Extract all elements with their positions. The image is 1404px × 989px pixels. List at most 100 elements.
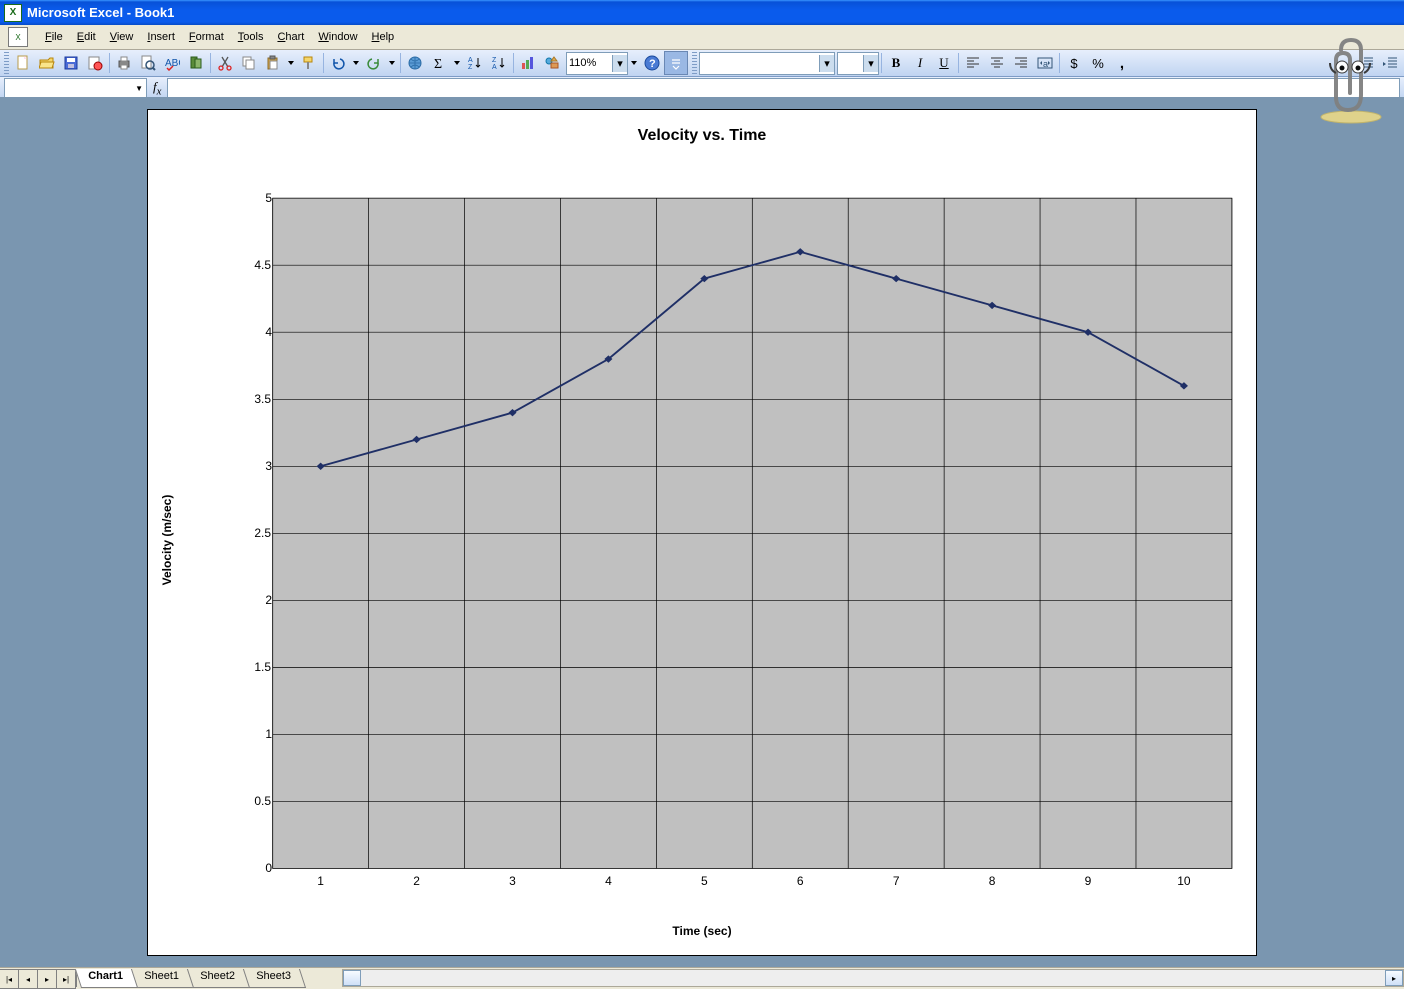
menu-window[interactable]: Window [311, 28, 364, 46]
permission-icon[interactable] [83, 51, 107, 75]
cut-icon[interactable] [213, 51, 237, 75]
sheet-tab-sheet3[interactable]: Sheet3 [243, 969, 306, 988]
font-combo[interactable]: ▾ [699, 52, 835, 75]
x-tick-label: 7 [893, 874, 900, 888]
menu-insert[interactable]: Insert [140, 28, 182, 46]
menu-format[interactable]: Format [182, 28, 231, 46]
redo-dropdown-icon[interactable] [386, 51, 398, 75]
increase-indent-icon[interactable] [1378, 51, 1402, 75]
tab-nav-last-icon[interactable]: ▸| [56, 969, 76, 989]
spellcheck-icon[interactable]: ABC [160, 51, 184, 75]
redo-icon[interactable] [362, 51, 386, 75]
plot-area[interactable]: 00.511.522.533.544.5512345678910 [202, 189, 1242, 896]
zoom-dropdown-icon[interactable] [628, 51, 640, 75]
y-tick-label: 4.5 [254, 258, 271, 272]
decrease-indent-icon[interactable] [1354, 51, 1378, 75]
y-tick-label: 5 [265, 191, 272, 205]
save-icon[interactable] [59, 51, 83, 75]
paste-dropdown-icon[interactable] [285, 51, 297, 75]
sheet-tab-sheet1[interactable]: Sheet1 [131, 969, 194, 988]
formula-bar[interactable] [167, 78, 1400, 98]
chevron-down-icon[interactable]: ▾ [612, 55, 627, 72]
x-tick-label: 10 [1177, 874, 1190, 888]
sheet-tab-chart1[interactable]: Chart1 [75, 969, 138, 988]
chart-wizard-icon[interactable] [516, 51, 540, 75]
chevron-down-icon[interactable]: ▼ [135, 84, 143, 93]
document-icon[interactable]: X [8, 27, 28, 47]
fontsize-combo[interactable]: ▾ [837, 52, 879, 75]
autosum-icon[interactable]: Σ [427, 51, 451, 75]
name-box[interactable]: ▼ [4, 78, 147, 98]
paste-icon[interactable] [261, 51, 285, 75]
y-tick-label: 3 [265, 459, 272, 473]
svg-text:A: A [492, 64, 497, 71]
y-tick-label: 2.5 [254, 526, 271, 540]
sort-asc-icon[interactable]: AZ [463, 51, 487, 75]
chart-workspace: Velocity vs. Time Velocity (m/sec) 0 0.5 1… [0, 97, 1404, 968]
zoom-combo[interactable]: 110% ▾ [566, 52, 628, 75]
fx-icon[interactable]: fx [153, 79, 161, 98]
align-center-icon[interactable] [985, 51, 1009, 75]
svg-text:Z: Z [468, 64, 473, 71]
align-right-icon[interactable] [1009, 51, 1033, 75]
comma-icon[interactable]: , [1110, 51, 1134, 75]
x-tick-label: 2 [413, 874, 420, 888]
y-tick-label: 0.5 [254, 794, 271, 808]
x-tick-label: 8 [989, 874, 996, 888]
menu-edit[interactable]: Edit [70, 28, 103, 46]
menu-chart[interactable]: Chart [270, 28, 311, 46]
y-tick-label: 0 [265, 861, 272, 875]
horizontal-scrollbar[interactable]: ▸ [342, 969, 1404, 987]
y-tick-label: 4 [265, 325, 272, 339]
autosum-dropdown-icon[interactable] [451, 51, 463, 75]
percent-icon[interactable]: % [1086, 51, 1110, 75]
menu-view[interactable]: View [103, 28, 141, 46]
undo-icon[interactable] [326, 51, 350, 75]
menu-help[interactable]: Help [365, 28, 402, 46]
tab-nav-next-icon[interactable]: ▸ [37, 969, 57, 989]
svg-text:A: A [468, 57, 473, 64]
format-painter-icon[interactable] [297, 51, 321, 75]
tab-nav-prev-icon[interactable]: ◂ [18, 969, 38, 989]
chart-sheet[interactable]: Velocity vs. Time Velocity (m/sec) 0 0.5 1… [147, 109, 1257, 956]
italic-icon[interactable]: I [908, 51, 932, 75]
toolbar-grip[interactable] [692, 52, 697, 74]
align-left-icon[interactable] [961, 51, 985, 75]
copy-icon[interactable] [237, 51, 261, 75]
sheet-tab-bar: |◂ ◂ ▸ ▸| Chart1Sheet1Sheet2Sheet3 ▸ [0, 967, 1404, 988]
scrollbar-thumb[interactable] [343, 970, 361, 986]
chevron-down-icon[interactable]: ▾ [863, 55, 878, 72]
drawing-icon[interactable] [540, 51, 564, 75]
currency-icon[interactable]: $ [1062, 51, 1086, 75]
tab-nav-first-icon[interactable]: |◂ [0, 969, 19, 989]
chart-title[interactable]: Velocity vs. Time [147, 127, 1257, 145]
menu-tools[interactable]: Tools [231, 28, 271, 46]
toolbar-grip[interactable] [4, 52, 9, 74]
bold-icon[interactable]: B [884, 51, 908, 75]
y-tick-label: 1.5 [254, 660, 271, 674]
hyperlink-icon[interactable] [403, 51, 427, 75]
x-tick-label: 9 [1085, 874, 1092, 888]
svg-text:Σ: Σ [434, 57, 442, 71]
open-icon[interactable] [35, 51, 59, 75]
new-icon[interactable] [11, 51, 35, 75]
menu-file[interactable]: File [38, 28, 70, 46]
window-titlebar: X Microsoft Excel - Book1 [0, 0, 1404, 25]
print-icon[interactable] [112, 51, 136, 75]
research-icon[interactable] [184, 51, 208, 75]
scroll-right-icon[interactable]: ▸ [1385, 970, 1403, 986]
print-preview-icon[interactable] [136, 51, 160, 75]
sheet-tab-sheet2[interactable]: Sheet2 [187, 969, 250, 988]
y-tick-label: 1 [265, 727, 272, 741]
merge-center-icon[interactable]: a [1033, 51, 1057, 75]
y-tick-label: 3.5 [254, 392, 271, 406]
sort-desc-icon[interactable]: ZA [487, 51, 511, 75]
chevron-down-icon[interactable]: ▾ [819, 55, 834, 72]
toolbar-options-icon[interactable] [664, 51, 688, 75]
undo-dropdown-icon[interactable] [350, 51, 362, 75]
underline-icon[interactable]: U [932, 51, 956, 75]
x-axis-label[interactable]: Time (sec) [672, 924, 731, 938]
help-icon[interactable]: ? [640, 51, 664, 75]
svg-text:Z: Z [492, 57, 497, 64]
y-axis-label[interactable]: Velocity (m/sec) [160, 494, 174, 585]
